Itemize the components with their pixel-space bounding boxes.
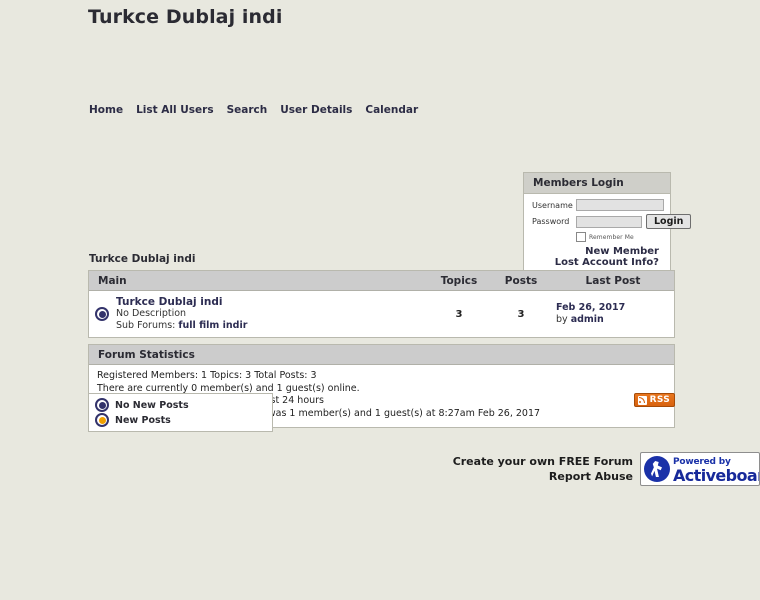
members-login-header: Members Login [524,173,670,194]
logo-powered-by-label: Powered by [673,456,731,467]
legend-item-no-new-posts: No New Posts [95,398,272,412]
post-icon-legend: No New Posts New Posts [88,393,273,432]
activeboard-mark-icon [644,456,670,482]
last-post-author-link[interactable]: admin [571,314,604,325]
nav-item-list-all-users[interactable]: List All Users [136,104,214,116]
footer: Create your own FREE Forum Report Abuse … [430,452,760,486]
activeboard-logo[interactable]: Powered by Activeboard [640,452,760,486]
forum-subforums: Sub Forums: full film indir [116,320,247,332]
last-post-date: Feb 26, 2017 [556,302,626,313]
nav-item-search[interactable]: Search [227,104,268,116]
create-free-forum-link[interactable]: Create your own FREE Forum [453,454,633,469]
page-title: Turkce Dublaj indi [88,6,283,28]
login-button[interactable]: Login [646,214,692,229]
forum-row-info: Turkce Dublaj indi No Description Sub Fo… [116,296,247,332]
subforums-label: Sub Forums: [116,320,176,331]
forum-table-panel: Main Topics Posts Last Post Turkce Dubla… [88,270,675,338]
password-label: Password [532,217,570,226]
nav-item-calendar[interactable]: Calendar [365,104,418,116]
last-post-author-line: by admin [556,314,674,326]
username-label: Username [532,200,573,210]
report-abuse-link[interactable]: Report Abuse [453,469,633,484]
password-row: Password Login [532,214,692,229]
rss-label: RSS [649,395,670,405]
username-input[interactable] [576,199,664,211]
stat-line-members: Registered Members: 1 Topics: 3 Total Po… [97,370,317,381]
cell-last-post: Feb 26, 2017 by admin [552,302,674,326]
main-navigation: Home List All Users Search User Details … [89,104,418,116]
cell-topics-count: 3 [455,308,463,320]
column-header-last-post: Last Post [585,274,641,287]
subforum-link[interactable]: full film indir [178,320,247,331]
breadcrumb: Turkce Dublaj indi [89,253,196,265]
activeboard-logo-text: Powered by Activeboard [673,455,759,485]
no-new-posts-icon [95,398,109,412]
members-login-form: Username Password Login Remember Me New … [524,194,692,268]
no-new-posts-icon [95,307,109,321]
nav-item-user-details[interactable]: User Details [280,104,352,116]
forum-description: No Description [116,308,187,319]
lost-account-info-link[interactable]: Lost Account Info? [532,257,659,268]
column-header-topics: Topics [440,274,478,287]
members-login-box: Members Login Username Password Login Re… [523,172,692,275]
logo-brand-name: Activeboard [673,465,759,485]
nav-item-home[interactable]: Home [89,104,123,116]
forum-row-main: Turkce Dublaj indi No Description Sub Fo… [89,291,428,337]
table-row: Turkce Dublaj indi No Description Sub Fo… [89,291,674,337]
legend-item-new-posts: New Posts [95,413,272,427]
remember-me-row: Remember Me [576,232,664,242]
footer-links: Create your own FREE Forum Report Abuse [453,454,633,484]
rss-icon [637,395,647,405]
remember-me-checkbox[interactable] [576,232,586,242]
login-links: New Member Lost Account Info? [532,242,664,268]
column-header-posts: Posts [504,274,538,287]
password-input[interactable] [576,215,642,228]
forum-statistics-header-row: Forum Statistics [89,345,674,365]
column-header-main: Main [98,274,127,287]
forum-statistics-title: Forum Statistics [98,348,195,361]
new-member-link[interactable]: New Member [532,246,659,257]
last-post-by-prefix: by [556,314,568,325]
username-row: Username [532,199,664,211]
new-posts-icon [95,413,109,427]
legend-label-new-posts: New Posts [115,414,171,426]
legend-strip: No New Posts New Posts RSS [88,393,675,432]
forum-link[interactable]: Turkce Dublaj indi [116,296,247,308]
rss-button[interactable]: RSS [633,393,675,407]
legend-label-no-new-posts: No New Posts [115,399,189,411]
remember-me-label: Remember Me [589,233,634,241]
forum-table-header-row: Main Topics Posts Last Post [89,271,674,291]
cell-posts-count: 3 [517,308,525,320]
